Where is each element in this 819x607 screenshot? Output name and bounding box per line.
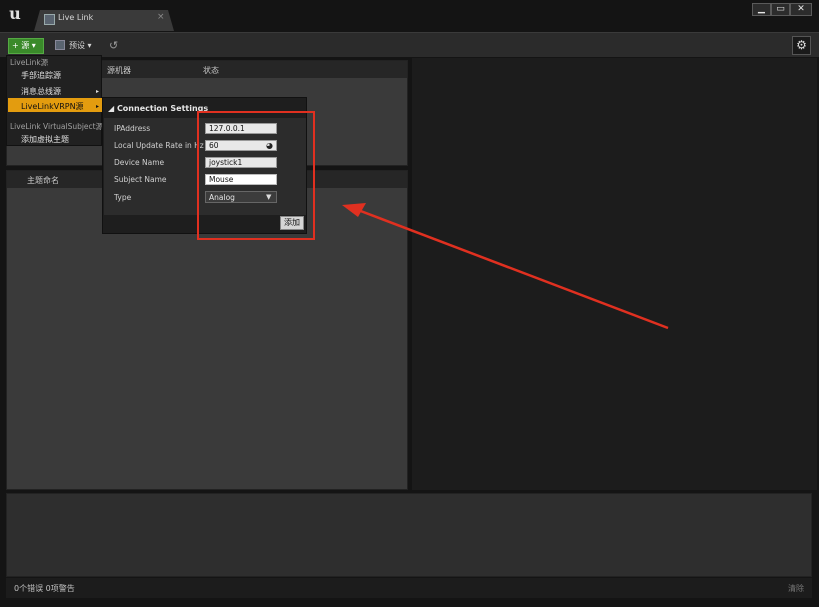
update-rate-label: Local Update Rate in Hz <box>114 141 204 150</box>
settings-icon[interactable]: ⚙ <box>792 36 811 55</box>
connection-settings-title[interactable]: ◢ Connection Settings <box>108 104 208 113</box>
tab-close-icon[interactable]: × <box>157 12 165 22</box>
ue-logo-icon: u <box>9 4 21 23</box>
close-button[interactable]: ✕ <box>790 3 812 16</box>
column-subject-name[interactable]: 主题命名 <box>27 175 59 186</box>
annotation-arrow-icon <box>342 203 669 330</box>
message-log-panel <box>6 493 812 577</box>
menu-item-add-virtual-subject[interactable]: 添加虚拟主题 <box>21 134 69 145</box>
error-warning-count: 0个错误 0项警告 <box>14 584 75 593</box>
column-source-machine[interactable]: 源机器 <box>107 65 131 76</box>
presets-icon <box>55 40 65 50</box>
presets-button[interactable]: 预设 ▾ <box>69 38 92 53</box>
device-name-label: Device Name <box>114 158 165 167</box>
undo-icon[interactable]: ↺ <box>109 39 118 52</box>
add-source-button[interactable]: + 源 ▾ <box>8 38 44 54</box>
menu-section-virtual-subject: LiveLink VirtualSubject源 <box>10 122 104 131</box>
ip-address-label: IPAddress <box>114 124 151 133</box>
livelink-tab-icon <box>44 14 55 25</box>
clear-button[interactable]: 清除 <box>788 583 804 594</box>
status-bar <box>6 578 812 598</box>
toolbar <box>0 32 819 57</box>
annotation-highlight-box <box>197 111 315 240</box>
tab-label: Live Link <box>58 13 94 22</box>
menu-item-livelink-vrpn[interactable]: LiveLinkVRPN源 <box>21 101 84 112</box>
menu-item-hand-tracking[interactable]: 手部追踪源 <box>21 70 61 81</box>
type-label: Type <box>114 193 132 202</box>
subject-name-label: Subject Name <box>114 175 167 184</box>
menu-section-livelink-source: LiveLink源 <box>10 58 49 67</box>
submenu-arrow-icon: ▸ <box>96 103 100 110</box>
tab-livelink[interactable] <box>34 10 174 31</box>
minimize-button[interactable]: ▁ <box>752 3 771 16</box>
menu-item-message-bus[interactable]: 消息总线源 <box>21 86 61 97</box>
maximize-button[interactable]: ▭ <box>771 3 790 16</box>
submenu-arrow-icon: ▸ <box>96 88 100 95</box>
column-status[interactable]: 状态 <box>203 65 219 76</box>
